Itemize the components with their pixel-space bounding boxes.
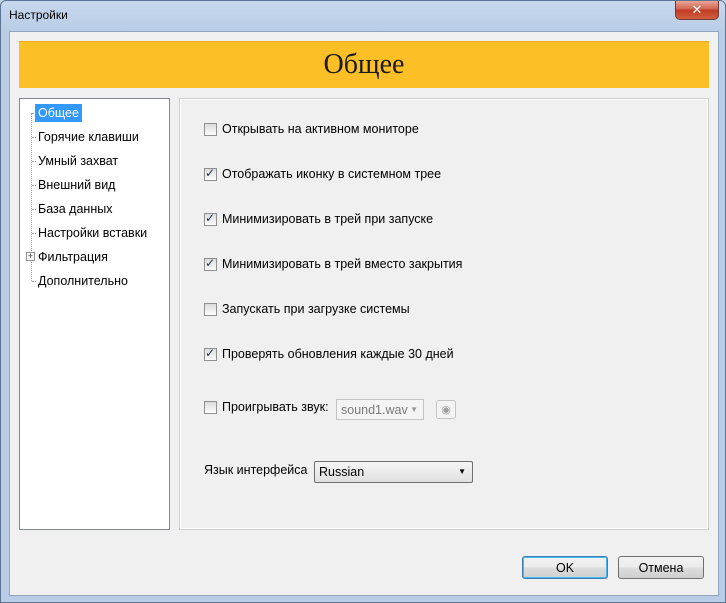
checkbox-checked[interactable] xyxy=(204,346,217,361)
option-label: Проигрывать звук: xyxy=(222,400,329,414)
tree-item-general[interactable]: Общее xyxy=(35,104,82,122)
language-select[interactable]: Russian ▼ xyxy=(314,461,473,483)
dropdown-arrow-icon: ▼ xyxy=(410,405,418,414)
checkbox[interactable] xyxy=(204,302,217,316)
option-label: Запускать при загрузке системы xyxy=(222,302,410,316)
tree-item-smart-capture[interactable]: Умный захват xyxy=(35,152,121,170)
language-label: Язык интерфейса xyxy=(204,463,308,477)
speaker-icon: ◉ xyxy=(441,404,451,416)
dropdown-arrow-icon: ▼ xyxy=(458,467,466,476)
dialog-client-area: Общее Общее Горячие клавиши Умный захват… xyxy=(9,31,719,596)
close-button[interactable]: ✕ xyxy=(675,1,719,20)
settings-tree[interactable]: Общее Горячие клавиши Умный захват Внешн… xyxy=(19,98,170,530)
option-label: Минимизировать в трей при запуске xyxy=(222,212,434,226)
tree-item-hotkeys[interactable]: Горячие клавиши xyxy=(35,128,142,146)
option-open-on-active-monitor[interactable]: Открывать на активном мониторе xyxy=(204,122,419,136)
option-play-sound[interactable]: Проигрывать звук: xyxy=(204,400,329,414)
options-panel: Открывать на активном мониторе Отображат… xyxy=(179,98,709,530)
tree-item-appearance[interactable]: Внешний вид xyxy=(35,176,118,194)
checkbox[interactable] xyxy=(204,400,217,414)
option-label: Отображать иконку в системном трее xyxy=(222,167,442,181)
play-sound-button[interactable]: ◉ xyxy=(436,400,456,419)
option-run-at-startup[interactable]: Запускать при загрузке системы xyxy=(204,302,410,316)
option-label: Проверять обновления каждые 30 дней xyxy=(222,347,454,361)
cancel-button[interactable]: Отмена xyxy=(618,556,704,579)
checkbox-checked[interactable] xyxy=(204,166,217,181)
tree-item-filtering[interactable]: Фильтрация xyxy=(35,248,111,266)
tree-item-advanced[interactable]: Дополнительно xyxy=(35,272,131,290)
option-check-updates[interactable]: Проверять обновления каждые 30 дней xyxy=(204,346,454,361)
language-value: Russian xyxy=(319,465,365,479)
expand-plus-icon[interactable]: + xyxy=(26,252,35,261)
section-title: Общее xyxy=(323,49,405,80)
option-minimize-instead-of-close[interactable]: Минимизировать в трей вместо закрытия xyxy=(204,256,463,271)
sound-file-select[interactable]: sound1.wav ▼ xyxy=(336,399,424,420)
title-bar[interactable]: Настройки ✕ xyxy=(1,1,725,31)
checkbox-checked[interactable] xyxy=(204,211,217,226)
checkbox-checked[interactable] xyxy=(204,256,217,271)
option-label: Открывать на активном мониторе xyxy=(222,122,419,136)
checkbox[interactable] xyxy=(204,122,217,136)
sound-file-value: sound1.wav xyxy=(341,402,408,417)
section-banner: Общее xyxy=(19,41,709,88)
window-title: Настройки xyxy=(9,8,68,22)
settings-window: Настройки ✕ Общее Общее Горячие клавиши … xyxy=(0,0,726,603)
ok-button[interactable]: OK xyxy=(522,556,608,579)
option-minimize-on-start[interactable]: Минимизировать в трей при запуске xyxy=(204,211,434,226)
tree-item-paste-settings[interactable]: Настройки вставки xyxy=(35,224,150,242)
tree-item-database[interactable]: База данных xyxy=(35,200,115,218)
close-icon: ✕ xyxy=(691,2,703,17)
option-label: Минимизировать в трей вместо закрытия xyxy=(222,257,463,271)
option-show-tray-icon[interactable]: Отображать иконку в системном трее xyxy=(204,166,442,181)
